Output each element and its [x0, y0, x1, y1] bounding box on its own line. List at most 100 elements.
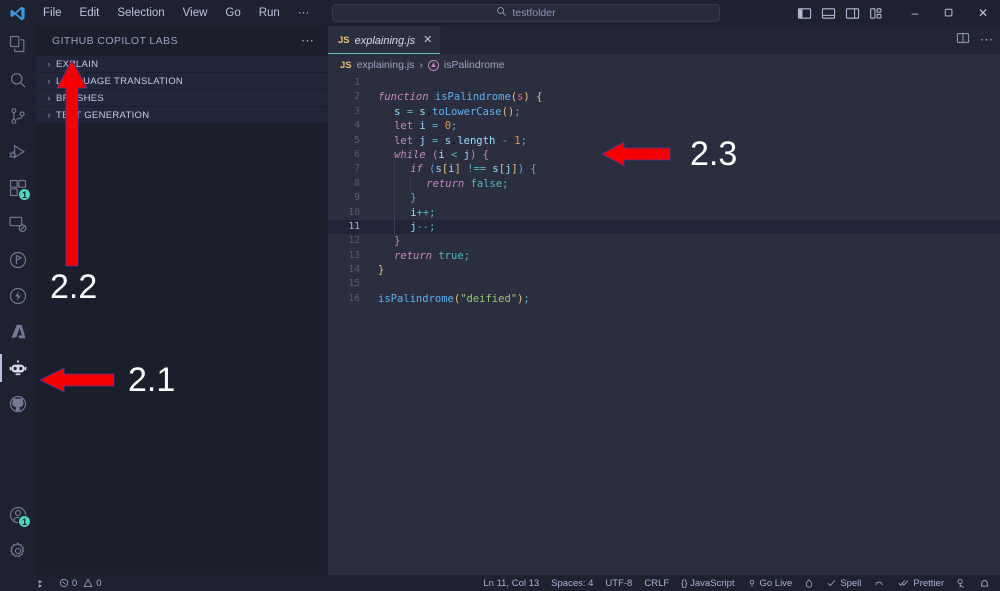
status-prettier[interactable]: Prettier [891, 575, 950, 591]
gear-icon [8, 541, 28, 561]
code-text: i++; [372, 205, 436, 220]
code-line[interactable]: 5 let j = s.length - 1; [328, 134, 1000, 148]
code-line[interactable]: 15 [328, 277, 1000, 291]
status-gitlens[interactable] [798, 575, 820, 591]
code-line[interactable]: 2 function isPalindrome(s) { [328, 90, 1000, 104]
titlebar-right-controls: – ✕ [797, 0, 1000, 26]
sidebar-section-explain[interactable]: › EXPLAIN [36, 56, 327, 73]
status-cursor-position[interactable]: Ln 11, Col 13 [477, 575, 545, 591]
code-editor[interactable]: 1 2 function isPalindrome(s) {3 s = s.toLow… [328, 76, 1000, 575]
activity-item-source-control[interactable] [0, 98, 36, 134]
code-line[interactable]: 9} [328, 191, 1000, 206]
code-token: false [470, 177, 503, 190]
search-icon [8, 70, 28, 90]
window-close-button[interactable]: ✕ [966, 0, 1000, 26]
gitlens-icon [805, 578, 813, 587]
activity-item-github[interactable] [0, 386, 36, 422]
status-bracket-pair[interactable] [867, 575, 891, 591]
sidebar-section-label: EXPLAIN [56, 58, 99, 70]
code-line[interactable]: 14} [328, 263, 1000, 277]
code-text: } [372, 234, 400, 248]
indent-guide [378, 177, 394, 191]
sidebar-section-language-translation[interactable]: › LANGUAGE TRANSLATION [36, 73, 327, 90]
status-bar-right: Ln 11, Col 13 Spaces: 4 UTF-8 CRLF {} Ja… [477, 575, 1000, 591]
status-go-live[interactable]: Go Live [741, 575, 799, 591]
activity-item-run-and-debug[interactable] [0, 134, 36, 170]
code-token: ; [520, 134, 527, 147]
code-token: { [530, 163, 537, 176]
toggle-secondary-sidebar-icon[interactable] [845, 6, 860, 21]
status-spell-checker[interactable]: Spell [820, 575, 867, 591]
sidebar-header: GITHUB COPILOT LABS ⋯ [36, 26, 327, 56]
status-language-mode[interactable]: {} JavaScript [675, 575, 740, 591]
search-input[interactable]: testfolder [332, 4, 720, 22]
code-line[interactable]: 6 while (i < j) { [328, 148, 1000, 162]
accounts-badge: 1 [17, 515, 31, 528]
window-maximize-button[interactable] [932, 0, 966, 26]
indent-guide [378, 162, 394, 176]
breadcrumb-symbol[interactable]: isPalindrome [444, 59, 505, 71]
status-encoding[interactable]: UTF-8 [599, 575, 638, 591]
go-live-label: Go Live [759, 577, 793, 589]
code-token: } [394, 235, 401, 248]
code-line[interactable]: 16 isPalindrome("deified"); [328, 292, 1000, 306]
indent-guide [378, 119, 394, 133]
code-line[interactable]: 10 i++; [328, 205, 1000, 220]
code-text: while (i < j) { [372, 148, 489, 162]
code-token: () [501, 105, 515, 118]
code-line[interactable]: 11 j--; [328, 219, 1000, 235]
code-line[interactable]: 8 return false; [328, 176, 1000, 192]
status-indentation[interactable]: Spaces: 4 [545, 575, 599, 591]
menu-more[interactable]: ··· [289, 4, 319, 22]
toggle-primary-sidebar-icon[interactable] [797, 6, 812, 21]
ellipsis-icon[interactable]: ⋯ [301, 33, 321, 49]
menu-file[interactable]: File [34, 4, 71, 22]
breadcrumb-file[interactable]: explaining.js [357, 59, 415, 71]
code-line[interactable]: 3 s = s.toLowerCase(); [328, 105, 1000, 119]
function-symbol-icon: ▲ [427, 59, 439, 71]
status-remote-host[interactable] [0, 575, 53, 591]
code-line[interactable]: 4 let i = 0; [328, 119, 1000, 133]
status-problems[interactable]: 0 0 [53, 575, 108, 591]
editor-area: JS explaining.js ✕ ⋯ JS explaining.js › … [328, 26, 1000, 575]
status-remote-tunnel[interactable] [950, 575, 973, 591]
menu-run[interactable]: Run [250, 4, 289, 22]
window-minimize-button[interactable]: – [898, 0, 932, 26]
indent-guide [378, 134, 394, 148]
code-token: = [400, 105, 420, 118]
activity-item-remote-explorer[interactable] [0, 206, 36, 242]
menu-view[interactable]: View [174, 4, 217, 22]
code-token: while [394, 148, 433, 161]
activity-item-copilot-labs[interactable] [0, 350, 36, 386]
code-line[interactable]: 1 [328, 76, 1000, 90]
activity-item-search[interactable] [0, 62, 36, 98]
menu-edit[interactable]: Edit [71, 4, 109, 22]
activity-bar-top: 1 [0, 26, 36, 497]
activity-item-testing[interactable] [0, 242, 36, 278]
code-token: ++ [416, 206, 430, 219]
code-line[interactable]: 13 return true; [328, 249, 1000, 263]
toggle-panel-icon[interactable] [821, 6, 836, 21]
arc-icon [875, 581, 884, 586]
activity-item-azure[interactable] [0, 314, 36, 350]
activity-item-extensions[interactable]: 1 [0, 170, 36, 206]
customize-layout-icon[interactable] [869, 6, 884, 21]
status-line-endings[interactable]: CRLF [638, 575, 675, 591]
indent-guide [378, 105, 394, 119]
activity-item-explorer[interactable] [0, 26, 36, 62]
sidebar-section-test-generation[interactable]: › TEST GENERATION [36, 107, 327, 124]
activity-item-accounts[interactable]: 1 [0, 497, 36, 533]
line-number: 7 [354, 163, 360, 175]
close-icon[interactable]: ✕ [423, 35, 432, 46]
activity-item-settings[interactable] [0, 533, 36, 569]
status-notifications[interactable] [973, 575, 996, 591]
tab-explaining-js[interactable]: JS explaining.js ✕ [328, 26, 442, 54]
more-actions-icon[interactable]: ⋯ [980, 32, 994, 48]
menu-selection[interactable]: Selection [108, 4, 173, 22]
menu-go[interactable]: Go [216, 4, 249, 22]
code-line[interactable]: 7 if (s[i] !== s[j]) { [328, 162, 1000, 177]
sidebar-section-brushes[interactable]: › BRUSHES [36, 90, 327, 107]
activity-item-thunder-client[interactable] [0, 278, 36, 314]
code-line[interactable]: 12} [328, 234, 1000, 248]
split-editor-right-icon[interactable] [956, 31, 970, 50]
